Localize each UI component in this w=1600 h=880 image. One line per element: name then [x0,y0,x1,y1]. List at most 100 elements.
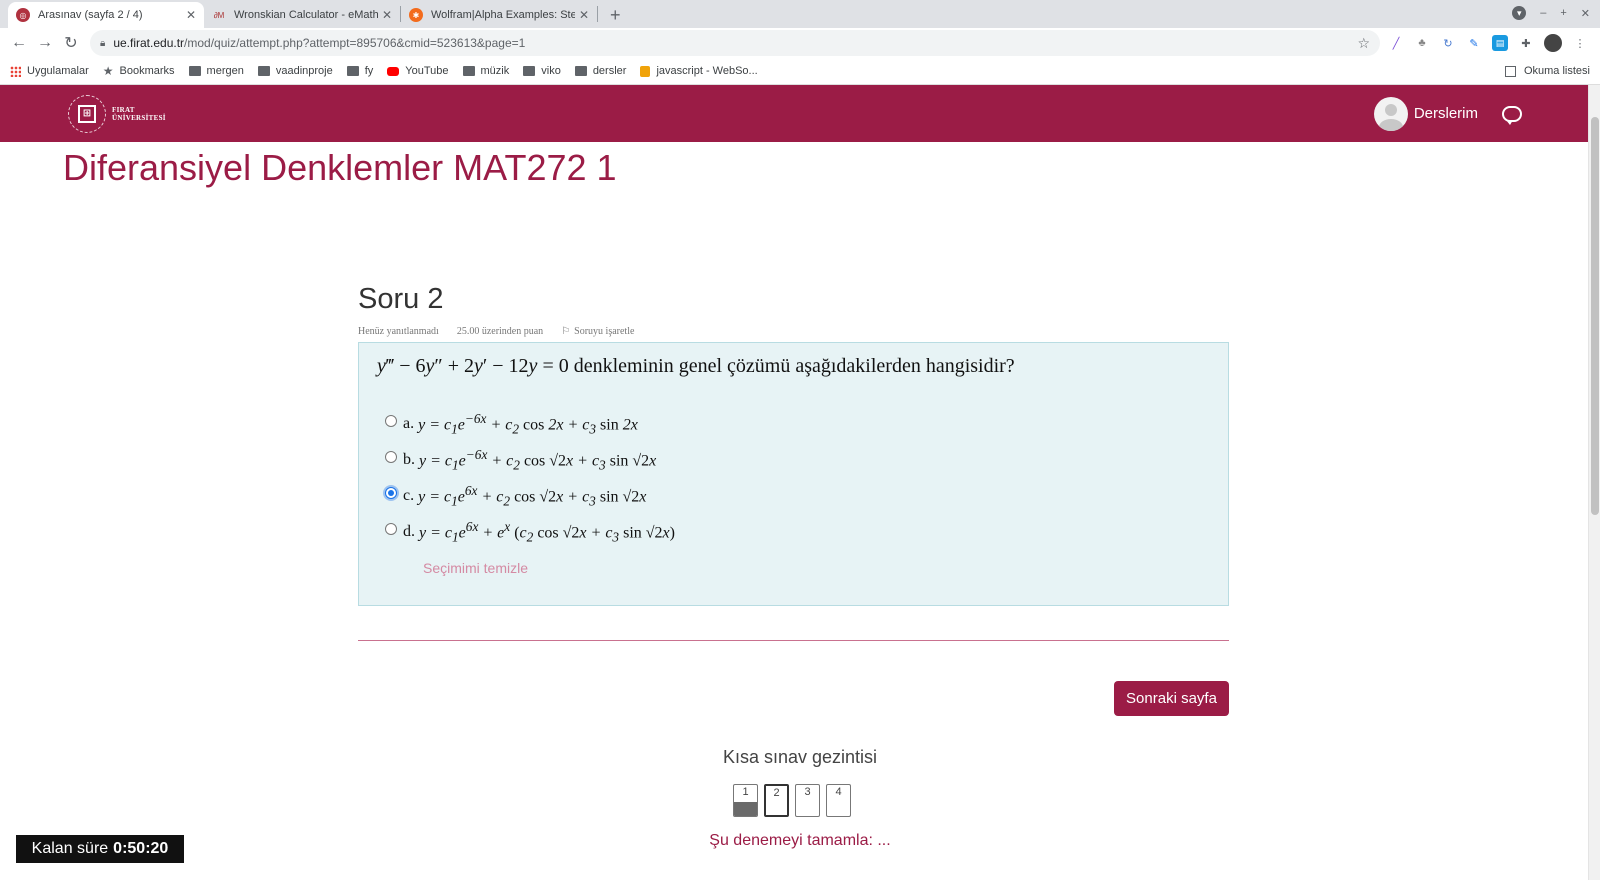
bookmark-javascript[interactable]: javascript - WebSo... [640,65,758,77]
sync-extension-icon[interactable]: ↻ [1440,35,1456,51]
question-info: Henüz yanıtlanmadı 25.00 üzerinden puan … [358,326,1229,337]
answer-radio-d[interactable] [385,523,397,535]
avatar [1373,96,1408,131]
new-tab-button[interactable]: + [598,2,633,28]
bookmark-viko[interactable]: viko [523,65,561,77]
tab-wronskian[interactable]: ∂M Wronskian Calculator - eMathHelp ✕ [204,2,400,28]
question-status: Henüz yanıtlanmadı [358,326,439,337]
reload-icon[interactable]: ↻ [58,30,84,56]
pencil-extension-icon[interactable]: ✎ [1466,35,1482,51]
user-menu-label: Derslerim [1413,105,1478,122]
messages-icon[interactable] [1502,105,1522,125]
bookmark-label: Uygulamalar [27,65,89,77]
course-title: Diferansiyel Denklemler MAT272 1 [63,147,617,188]
quiz-page-3-button[interactable]: 3 [795,784,820,817]
question-box: y‴ − 6y″ + 2y′ − 12y = 0 denkleminin gen… [358,342,1229,606]
quiz-page-4-button[interactable]: 4 [826,784,851,817]
browser-tab-bar: ◎ Arasınav (sayfa 2 / 4) ✕ ∂M Wronskian … [0,0,1600,28]
incognito-extension-icon[interactable]: ♣ [1414,35,1430,51]
minimize-icon[interactable]: – [1540,7,1546,19]
answer-radio-c[interactable] [385,487,397,499]
timer-label: Kalan süre [31,840,109,857]
answer-formula-c: y = c1e6x + c2 cos √2x + c3 sin √2x [418,482,647,509]
bookmark-mergen[interactable]: mergen [188,65,244,77]
close-icon[interactable]: ✕ [382,8,392,22]
quiz-navigation-title: Kısa sınav gezintisi [722,747,878,767]
university-seal-icon: ⊞ [68,94,106,133]
answer-options: a. y = c1e−6x + c2 cos 2x + c3 sin 2x b.… [377,406,1210,550]
timer-value: 0:50:20 [113,840,169,857]
browser-toolbar: ← → ↻ 🔒︎ ue.firat.edu.tr /mod/quiz/attem… [0,28,1600,58]
user-menu[interactable]: Derslerim [1373,96,1478,131]
university-logo[interactable]: ⊞ FIRAT ÜNİVERSİTESİ [68,94,166,133]
bookmark-youtube[interactable]: YouTube [387,65,449,77]
bookmark-fy[interactable]: fy [346,65,373,77]
answer-formula-b: y = c1e−6x + c2 cos √2x + c3 sin √2x [419,446,657,473]
logo-line-2: ÜNİVERSİTESİ [112,113,166,122]
flag-question-link[interactable]: ⚐ Soruyu işaretle [561,326,634,337]
back-arrow-icon[interactable]: ← [6,30,32,56]
bookmark-bookmarks[interactable]: ★ Bookmarks [103,64,175,78]
bookmark-label: Bookmarks [119,65,175,77]
question-number: Soru 2 [358,283,444,315]
tab-search-icon[interactable]: ▾ [1512,6,1527,20]
tab-wolfram[interactable]: ✱ Wolfram|Alpha Examples: Step-by-Step ✕ [401,2,597,28]
answer-letter: a. [403,415,415,432]
address-bar[interactable]: 🔒︎ ue.firat.edu.tr /mod/quiz/attempt.php… [90,30,1380,56]
question-text: y‴ − 6y″ + 2y′ − 12y = 0 denkleminin gen… [377,355,1210,378]
window-extension-icon[interactable]: ▤ [1492,35,1508,51]
forward-arrow-icon[interactable]: → [32,30,58,56]
question-container: Soru 2 Henüz yanıtlanmadı 25.00 üzerinde… [358,283,1229,606]
url-host: ue.firat.edu.tr [113,36,185,50]
tab-quiz[interactable]: ◎ Arasınav (sayfa 2 / 4) ✕ [8,2,204,28]
close-window-icon[interactable]: ✕ [1581,7,1590,20]
scrollbar-thumb[interactable] [1591,117,1599,515]
lock-icon[interactable]: 🔒︎ [100,38,105,49]
reading-list-button[interactable]: Okuma listesi [1504,65,1590,77]
bookmark-label: YouTube [405,65,449,77]
profile-avatar[interactable] [1544,34,1562,52]
emathhelp-favicon-icon: ∂M [213,10,225,20]
close-icon[interactable]: ✕ [186,8,196,22]
answer-option-c[interactable]: c. y = c1e6x + c2 cos √2x + c3 sin √2x [377,478,1210,514]
answer-radio-a[interactable] [385,415,397,427]
pen-extension-icon[interactable]: ╱ [1388,35,1404,51]
java-icon [640,65,651,77]
quiz-navigation: 1 2 3 4 [733,784,851,817]
bookmark-dersler[interactable]: dersler [574,65,626,77]
bookmarks-bar: Uygulamalar ★ Bookmarks mergen vaadinproj… [0,58,1600,85]
tab-title: Wronskian Calculator - eMathHelp [234,9,378,21]
tab-title: Wolfram|Alpha Examples: Step-by-Step [431,9,575,21]
answer-option-d[interactable]: d. y = c1e6x + ex (c2 cos √2x + c3 sin √… [377,514,1210,550]
finish-attempt-link[interactable]: Şu denemeyi tamamla: ... [0,832,1600,850]
close-icon[interactable]: ✕ [579,8,589,22]
quiz-page-1-button[interactable]: 1 [733,784,758,817]
answer-option-b[interactable]: b. y = c1e−6x + c2 cos √2x + c3 sin √2x [377,442,1210,478]
reading-list-icon [1504,65,1516,77]
bookmark-vaadinproje[interactable]: vaadinproje [257,65,333,77]
page-scrollbar[interactable] [1588,85,1600,880]
folder-icon [257,66,270,76]
folder-icon [188,66,201,76]
bookmark-star-icon[interactable]: ☆ [1357,35,1370,52]
question-equation: y‴ − 6y″ + 2y′ − 12y = 0 [377,355,569,377]
answer-option-a[interactable]: a. y = c1e−6x + c2 cos 2x + c3 sin 2x [377,406,1210,442]
wolfram-favicon-icon: ✱ [409,8,423,22]
folder-icon [462,66,475,76]
answer-formula-d: y = c1e6x + ex (c2 cos √2x + c3 sin √2x) [419,518,675,545]
quiz-page-2-button[interactable]: 2 [764,784,789,817]
puzzle-extensions-icon[interactable]: ✚ [1518,35,1534,51]
youtube-icon [387,66,400,76]
apps-icon [10,65,21,77]
bookmark-label: javascript - WebSo... [656,65,758,77]
divider [358,640,1229,641]
menu-kebab-icon[interactable]: ⋮ [1572,35,1588,51]
bookmark-apps[interactable]: Uygulamalar [10,65,89,77]
question-prompt: denkleminin genel çözümü aşağıdakilerden… [573,355,1015,377]
next-page-button[interactable]: Sonraki sayfa [1114,681,1229,716]
maximize-icon[interactable]: + [1560,7,1566,19]
flag-question-label: Soruyu işaretle [574,326,635,337]
bookmark-muzik[interactable]: müzik [462,65,509,77]
answer-radio-b[interactable] [385,451,397,463]
clear-choice-link[interactable]: Seçimimi temizle [423,560,1210,576]
